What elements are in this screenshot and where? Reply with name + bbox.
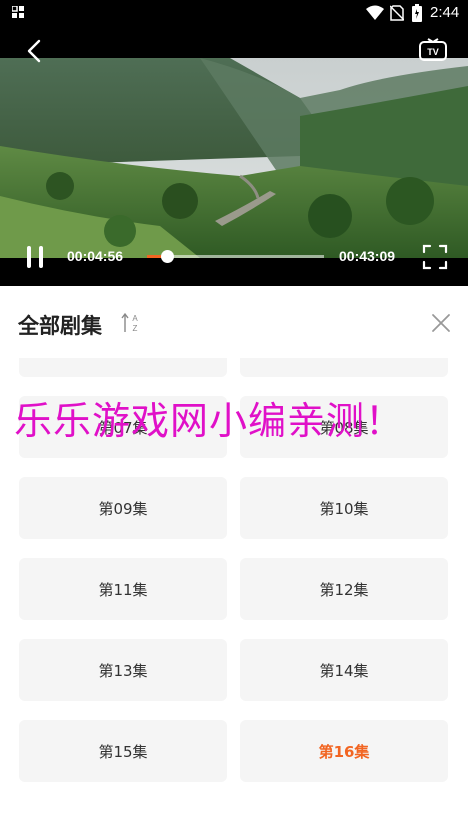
svg-text:TV: TV [427,47,439,57]
episode-item[interactable]: 第12集 [240,558,448,620]
pause-icon[interactable] [22,244,48,270]
video-frame[interactable] [0,26,468,286]
panel-title: 全部剧集 [18,314,102,338]
tv-cast-icon[interactable]: TV [418,38,448,64]
svg-text:Z: Z [133,324,138,333]
wifi-icon [366,5,384,20]
episode-item[interactable]: 第13集 [19,639,227,701]
episode-item[interactable]: 第09集 [19,477,227,539]
video-player[interactable]: TV 00:04:56 00:43:09 [0,26,468,286]
episode-item[interactable]: 第16集 [240,720,448,782]
notification-icon [12,6,24,18]
progress-bar[interactable] [147,250,324,263]
svg-text:A: A [132,314,138,323]
status-time: 2:44 [430,4,460,21]
fullscreen-icon[interactable] [422,244,448,270]
episode-item[interactable] [240,358,448,377]
battery-icon [412,4,422,22]
episode-item[interactable]: 第11集 [19,558,227,620]
sort-az-icon[interactable]: A Z [120,312,142,334]
watermark-text: 乐乐游戏网小编亲测！ [14,399,405,443]
episode-item[interactable]: 第14集 [240,639,448,701]
current-time: 00:04:56 [67,248,124,264]
close-icon[interactable] [430,312,452,334]
episodes-panel-header: 全部剧集 A Z [0,286,468,358]
episode-item[interactable]: 第10集 [240,477,448,539]
total-time: 00:43:09 [339,248,396,264]
episode-item[interactable]: 第15集 [19,720,227,782]
back-icon[interactable] [22,38,48,64]
status-bar: 2:44 [0,0,468,26]
episode-item[interactable] [19,358,227,377]
no-sim-icon [390,5,404,21]
